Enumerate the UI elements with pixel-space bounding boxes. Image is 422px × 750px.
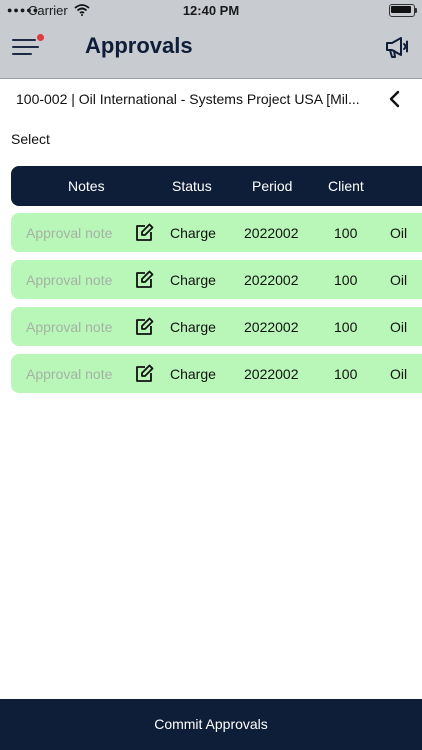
- edit-icon[interactable]: [134, 223, 154, 243]
- row-client-name: Oil: [390, 319, 408, 335]
- approval-row[interactable]: Approval note Charge 2022002 100 Oil: [11, 354, 422, 393]
- hamburger-line: [12, 53, 32, 55]
- chevron-left-icon: [389, 90, 400, 108]
- edit-icon[interactable]: [134, 317, 154, 337]
- column-header-client: Client: [328, 178, 364, 194]
- approval-row[interactable]: Approval note Charge 2022002 100 Oil: [11, 307, 422, 346]
- table-header: Notes Status Period Client: [11, 166, 422, 206]
- edit-icon[interactable]: [134, 364, 154, 384]
- approval-note-field[interactable]: Approval note: [26, 272, 112, 288]
- row-status: Charge: [170, 272, 216, 288]
- project-selector[interactable]: 100-002 | Oil International - Systems Pr…: [0, 80, 422, 118]
- column-header-period: Period: [252, 178, 293, 194]
- row-client: 100: [334, 366, 358, 382]
- row-period: 2022002: [244, 366, 299, 382]
- select-label[interactable]: Select: [11, 131, 50, 147]
- row-status: Charge: [170, 366, 216, 382]
- row-client-name: Oil: [390, 366, 408, 382]
- menu-button[interactable]: [12, 34, 44, 60]
- app-header: ●●●●● Carrier 12:40 PM Approvals: [0, 0, 422, 79]
- row-client-name: Oil: [390, 272, 408, 288]
- row-status: Charge: [170, 225, 216, 241]
- row-status: Charge: [170, 319, 216, 335]
- commit-approvals-button[interactable]: Commit Approvals: [0, 699, 422, 750]
- row-period: 2022002: [244, 225, 299, 241]
- row-period: 2022002: [244, 319, 299, 335]
- clock: 12:40 PM: [182, 3, 240, 18]
- row-client: 100: [334, 272, 358, 288]
- row-client: 100: [334, 319, 358, 335]
- hamburger-line: [12, 46, 39, 48]
- hamburger-menu-icon: [12, 39, 36, 41]
- approval-row[interactable]: Approval note Charge 2022002 100 Oil: [11, 260, 422, 299]
- approval-row[interactable]: Approval note Charge 2022002 100 Oil: [11, 213, 422, 252]
- battery-icon: [389, 4, 417, 17]
- row-period: 2022002: [244, 272, 299, 288]
- status-bar: ●●●●● Carrier 12:40 PM: [0, 0, 422, 22]
- approval-note-field[interactable]: Approval note: [26, 319, 112, 335]
- row-client-name: Oil: [390, 225, 408, 241]
- column-header-status: Status: [172, 178, 212, 194]
- approval-note-field[interactable]: Approval note: [26, 225, 112, 241]
- approval-note-field[interactable]: Approval note: [26, 366, 112, 382]
- nav-bar: Approvals: [0, 22, 422, 78]
- back-button[interactable]: [388, 89, 402, 109]
- edit-icon[interactable]: [134, 270, 154, 290]
- column-header-notes: Notes: [68, 178, 105, 194]
- project-name: 100-002 | Oil International - Systems Pr…: [16, 91, 360, 107]
- announcements-button[interactable]: [384, 34, 412, 60]
- page-title: Approvals: [85, 33, 193, 58]
- megaphone-icon: [386, 37, 408, 58]
- notification-dot: [37, 34, 44, 41]
- row-client: 100: [334, 225, 358, 241]
